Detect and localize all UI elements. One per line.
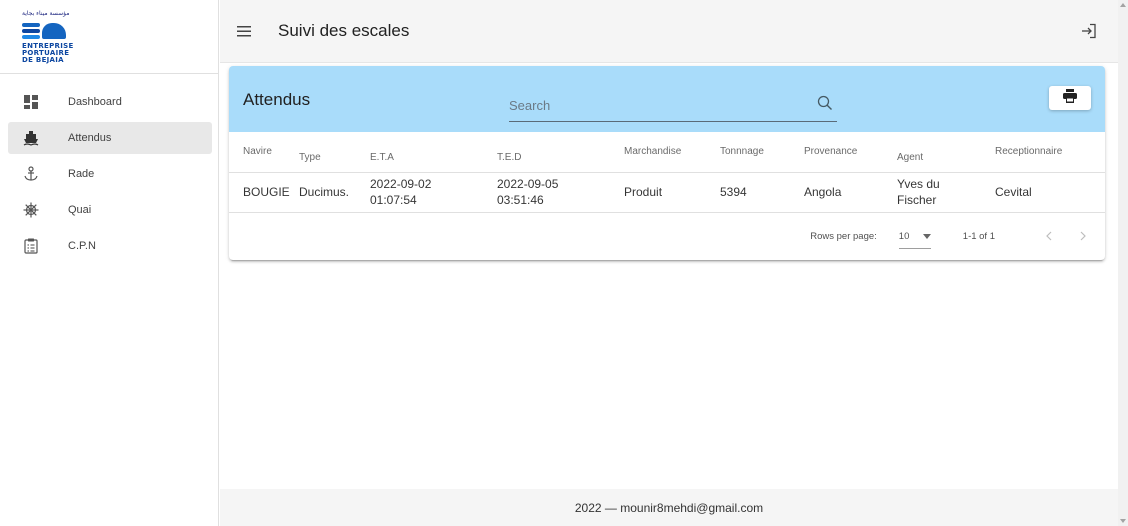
- sidebar-item-label: C.P.N: [68, 240, 96, 252]
- search-icon[interactable]: [817, 95, 835, 113]
- page-footer: 2022 — mounir8mehdi@gmail.com: [220, 489, 1118, 526]
- column-header-receptionnaire[interactable]: Receptionnaire: [981, 132, 1105, 173]
- sidebar-item-attendus[interactable]: Attendus: [8, 122, 212, 154]
- column-header-eta[interactable]: E.T.A: [356, 132, 483, 173]
- anchor-icon: [22, 165, 40, 183]
- cell-ted-time: 03:51:46: [497, 193, 544, 207]
- hamburger-menu-icon[interactable]: [234, 21, 254, 41]
- logo-arabic-text: مؤسسة ميناء بجاية: [22, 10, 70, 17]
- cell-receptionnaire: Cevital: [981, 172, 1105, 213]
- card-title: Attendus: [243, 90, 311, 109]
- sidebar-item-label: Quai: [68, 204, 92, 216]
- rows-per-page-label: Rows per page:: [810, 230, 877, 242]
- table-pagination: Rows per page: 10 1-1 of 1: [229, 213, 1105, 260]
- cell-provenance: Angola: [790, 172, 883, 213]
- sidebar-item-cpn[interactable]: C.P.N: [8, 230, 212, 262]
- cell-eta-time: 01:07:54: [370, 193, 417, 207]
- column-header-provenance[interactable]: Provenance: [790, 132, 883, 173]
- column-header-marchandise[interactable]: Marchandise: [610, 132, 706, 173]
- cell-tonnage: 5394: [706, 172, 790, 213]
- sidebar-item-rade[interactable]: Rade: [8, 158, 212, 190]
- column-header-ted[interactable]: T.E.D: [483, 132, 610, 173]
- previous-page-button[interactable]: [1043, 229, 1055, 243]
- rows-per-page-value: 10: [898, 231, 910, 242]
- attendus-card: Attendus Navire Type E.T.: [229, 66, 1105, 260]
- sidebar-item-quai[interactable]: Quai: [8, 194, 212, 226]
- cell-agent: Yves du Fischer: [883, 172, 981, 213]
- app-bar: Suivi des escales: [220, 0, 1118, 63]
- chevron-left-icon: [1046, 231, 1052, 241]
- footer-text: 2022 — mounir8mehdi@gmail.com: [574, 500, 764, 515]
- dashboard-icon: [22, 93, 40, 111]
- cell-ted-date: 2022-09-05: [497, 177, 559, 191]
- column-header-agent[interactable]: Agent: [883, 132, 981, 173]
- sidebar-item-label: Attendus: [68, 132, 112, 144]
- cell-eta-date: 2022-09-02: [370, 177, 432, 191]
- table-header-row: Navire Type E.T.A T.E.D Marchandise Tonn…: [229, 132, 1105, 173]
- clipboard-list-icon: [22, 237, 40, 255]
- next-page-button[interactable]: [1077, 229, 1089, 243]
- cell-agent-line2: Fischer: [897, 193, 937, 207]
- pagination-range: 1-1 of 1: [962, 230, 995, 242]
- vertical-scrollbar[interactable]: [1118, 0, 1128, 526]
- caret-down-icon: [922, 231, 931, 242]
- cell-navire: BOUGIE: [229, 172, 290, 213]
- column-header-tonnage[interactable]: Tonnnage: [706, 132, 790, 173]
- cell-ted: 2022-09-05 03:51:46: [483, 172, 610, 213]
- ship-wheel-icon: [22, 201, 40, 219]
- logout-icon[interactable]: [1078, 20, 1100, 42]
- logo-text-line3: DE BEJAIA: [22, 56, 64, 64]
- search-field: [509, 92, 837, 122]
- column-header-navire[interactable]: Navire: [229, 132, 285, 173]
- table-row[interactable]: BOUGIE Ducimus. 2022-09-02 01:07:54 2022-…: [229, 172, 1105, 213]
- cell-eta: 2022-09-02 01:07:54: [356, 172, 483, 213]
- sidebar-item-label: Dashboard: [68, 96, 122, 108]
- rows-per-page-select[interactable]: 10: [898, 231, 931, 249]
- company-logo: مؤسسة ميناء بجاية ENTREPRISE PORTUAIRE D…: [0, 0, 218, 74]
- column-header-type[interactable]: Type: [285, 132, 356, 173]
- cell-agent-line1: Yves du: [897, 177, 940, 191]
- sidebar-nav: Dashboard Attendus Rade Quai C.P.N: [0, 74, 218, 262]
- sidebar-item-label: Rade: [68, 168, 95, 180]
- chevron-right-icon: [1080, 231, 1086, 241]
- app-root: مؤسسة ميناء بجاية ENTREPRISE PORTUAIRE D…: [0, 0, 1128, 526]
- cell-marchandise: Produit: [610, 172, 706, 213]
- scroll-up-icon: [1120, 3, 1126, 7]
- sidebar-item-dashboard[interactable]: Dashboard: [8, 86, 212, 118]
- sidebar: مؤسسة ميناء بجاية ENTREPRISE PORTUAIRE D…: [0, 0, 219, 526]
- scroll-down-icon: [1120, 519, 1126, 523]
- logo-ship-mark: [22, 21, 68, 43]
- ship-icon: [22, 129, 40, 147]
- cell-type: Ducimus.: [285, 172, 356, 213]
- attendus-table: Navire Type E.T.A T.E.D Marchandise Tonn…: [229, 132, 1105, 213]
- printer-icon: [1062, 88, 1078, 108]
- card-header: Attendus: [229, 66, 1105, 132]
- search-input[interactable]: [509, 92, 809, 118]
- print-button[interactable]: [1049, 86, 1091, 110]
- page-title: Suivi des escales: [278, 21, 410, 40]
